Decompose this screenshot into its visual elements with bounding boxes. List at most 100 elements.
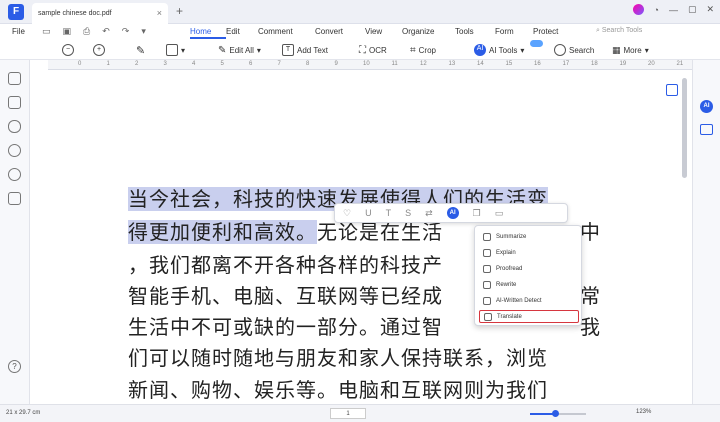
ai-icon[interactable]: AI — [446, 207, 459, 219]
document-text-fragment[interactable]: 我 — [580, 311, 601, 340]
document-text-fragment[interactable]: 常 — [580, 280, 601, 309]
horizontal-ruler: 0 1 2 3 4 5 6 7 8 9 10 11 12 13 14 15 16 17 18 19 20 21 — [48, 60, 692, 70]
thumbnail-icon[interactable] — [8, 72, 21, 85]
search-button[interactable]: Search — [554, 43, 594, 57]
more-button[interactable]: ▦ More ▾ — [612, 43, 649, 57]
app-logo-icon[interactable]: F — [8, 4, 24, 20]
ruler-tick: 3 — [163, 61, 167, 67]
ai-menu-item-translate[interactable]: Translate — [479, 310, 579, 323]
search-tools-input[interactable]: ⌕ Search Tools — [596, 27, 642, 35]
document-text-line[interactable]: 智能手机、电脑、互联网等已经成 — [128, 280, 443, 309]
menu-item-icon — [483, 296, 491, 305]
close-icon[interactable]: ✕ — [706, 4, 714, 15]
search-icon[interactable] — [8, 168, 21, 181]
edit-all-button[interactable]: ✎ Edit All ▾ — [218, 43, 261, 57]
ai-menu-item-ai-written-detect[interactable]: AI-Written Detect — [479, 294, 579, 307]
zoom-in-icon: + — [93, 44, 105, 56]
main-menu: Home Edit Comment Convert View Organize … — [190, 27, 573, 39]
window-controls: ◔ — ▢ ✕ — [632, 4, 714, 15]
page-size-label: 21 x 29.7 cm — [6, 410, 41, 416]
sidebar-toggle-icon[interactable]: ▭ — [42, 26, 51, 37]
menu-item-label: Proofread — [496, 265, 523, 272]
ai-menu-item-rewrite[interactable]: Rewrite — [479, 278, 579, 291]
menu-bar: File ▭ ▣ ⎙ ↶ ↷ ▾ Home Edit Comment Conve… — [0, 24, 720, 40]
heart-icon[interactable]: ♡ — [343, 208, 351, 219]
ai-menu-item-proofread[interactable]: Proofread — [479, 262, 579, 275]
menu-tools[interactable]: Tools — [455, 27, 495, 39]
underline-icon[interactable]: U — [365, 208, 372, 218]
comment-icon[interactable] — [8, 120, 21, 133]
chevron-down-icon: ▾ — [520, 45, 525, 55]
panel-icon[interactable] — [700, 124, 713, 135]
undo-icon[interactable]: ↶ — [102, 26, 110, 37]
document-tab[interactable]: sample chinese doc.pdf × — [32, 3, 168, 24]
document-text-line[interactable]: 新闻、购物、娱乐等。电脑和互联网则为我们 — [128, 374, 548, 403]
zoom-level[interactable]: 123% — [636, 409, 651, 415]
ruler-tick: 14 — [477, 61, 484, 67]
menu-organize[interactable]: Organize — [402, 27, 455, 39]
page-number-input[interactable]: 1 — [330, 408, 366, 419]
minimize-icon[interactable]: — — [669, 5, 678, 15]
menu-form[interactable]: Form — [495, 27, 533, 39]
zoom-in-button[interactable]: + — [93, 43, 105, 57]
menu-view[interactable]: View — [365, 27, 402, 39]
attachment-icon[interactable] — [8, 144, 21, 157]
help-icon[interactable]: ? — [8, 360, 21, 373]
file-menu[interactable]: File — [12, 27, 25, 36]
save-icon[interactable]: ▣ — [63, 26, 72, 37]
menu-protect[interactable]: Protect — [533, 27, 573, 39]
redo-icon[interactable]: ↷ — [122, 26, 130, 37]
vertical-scrollbar[interactable] — [682, 72, 687, 392]
comment-icon[interactable]: ▭ — [495, 208, 504, 219]
ruler-tick: 9 — [334, 61, 338, 67]
document-text-fragment[interactable]: 中 — [580, 216, 601, 245]
maximize-icon[interactable]: ▢ — [688, 4, 697, 15]
ocr-icon: ⛶ — [359, 44, 366, 56]
crop-button[interactable]: ⌗ Crop — [410, 43, 436, 57]
text-run: 新闻、购物、娱乐等。电脑和互联网则为我们 — [128, 378, 548, 402]
menu-comment[interactable]: Comment — [258, 27, 315, 39]
search-icon — [554, 44, 566, 56]
ocr-button[interactable]: ⛶ OCR — [359, 43, 387, 57]
shape-button[interactable]: ▾ — [166, 43, 185, 57]
zoom-out-button[interactable]: − — [62, 43, 74, 57]
page-tool-icon[interactable] — [666, 84, 678, 96]
copy-icon[interactable]: ❐ — [473, 208, 481, 219]
ruler-tick: 12 — [420, 61, 427, 67]
zoom-slider-handle[interactable] — [552, 410, 560, 417]
document-page[interactable]: 当今社会，科技的快速发展使得人们的生活变 得更加便利和高效。无论是在生活 ，我们都离… — [48, 71, 678, 404]
menu-convert[interactable]: Convert — [315, 27, 365, 39]
ai-tools-button[interactable]: AI AI Tools ▾ — [474, 43, 524, 57]
highlight-button[interactable]: ✎ — [136, 43, 145, 57]
ai-menu-item-explain[interactable]: Explain — [479, 246, 579, 259]
menu-item-icon — [483, 248, 491, 257]
menu-home[interactable]: Home — [190, 27, 226, 39]
text-icon[interactable]: T — [386, 208, 392, 218]
ai-menu-item-summarize[interactable]: Summarize — [479, 230, 579, 243]
print-icon[interactable]: ⎙ — [83, 26, 90, 37]
menu-item-label: Translate — [497, 313, 522, 320]
avatar[interactable] — [632, 4, 644, 15]
text-run: 们可以随时随地与朋友和家人保持联系，浏览 — [128, 346, 548, 370]
document-text-line[interactable]: ，我们都离不开各种各样的科技产 — [128, 249, 443, 278]
ruler-tick: 6 — [249, 61, 253, 67]
ruler-tick: 21 — [676, 61, 684, 67]
selected-text[interactable]: 得更加便利和高效。 — [128, 220, 317, 244]
tab-bar: F sample chinese doc.pdf × + ◔ — ▢ ✕ — [0, 0, 720, 24]
scrollbar-thumb[interactable] — [682, 78, 687, 178]
new-tab-button[interactable]: + — [176, 4, 183, 18]
menu-edit[interactable]: Edit — [226, 27, 258, 39]
strikethrough-icon[interactable]: S — [405, 208, 411, 218]
crop-icon: ⌗ — [410, 44, 416, 56]
add-text-button[interactable]: T Add Text — [282, 43, 328, 57]
ruler-tick: 5 — [220, 61, 224, 67]
document-text-line[interactable]: 们可以随时随地与朋友和家人保持联系，浏览 — [128, 342, 548, 371]
bell-icon[interactable]: ◔ — [654, 5, 659, 15]
ai-assistant-icon[interactable]: AI — [700, 100, 713, 113]
dropdown-icon[interactable]: ▾ — [141, 26, 146, 37]
layers-icon[interactable] — [8, 192, 21, 205]
close-tab-icon[interactable]: × — [157, 3, 162, 24]
translate-icon[interactable]: ⇄ — [425, 208, 433, 219]
bookmark-icon[interactable] — [8, 96, 21, 109]
document-text-line[interactable]: 生活中不可或缺的一部分。通过智 — [128, 311, 443, 340]
